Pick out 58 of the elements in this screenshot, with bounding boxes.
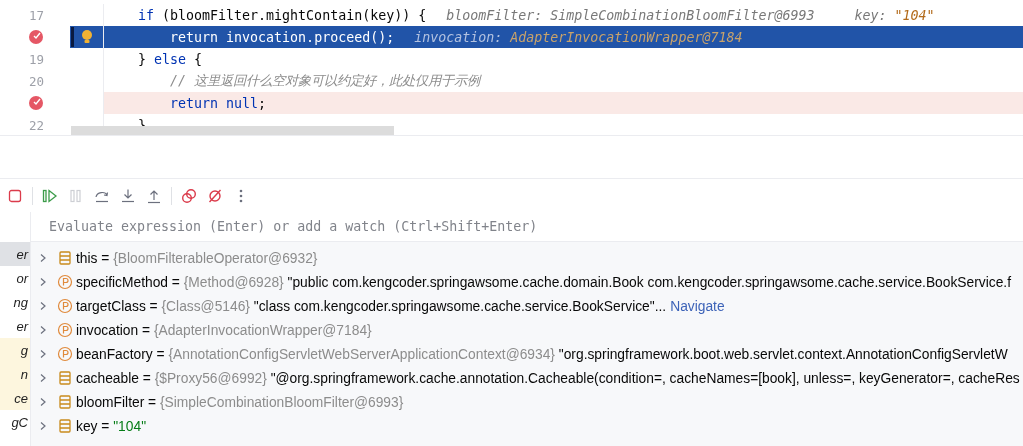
evaluate-expression-field[interactable]: Evaluate expression (Enter) or add a watch (Ctrl+Shift+Enter): [31, 212, 1023, 242]
variable-entry: beanFactory = {AnnotationConfigServletWebServerApplicationContext@6934} "org.springframework.boot.web.servlet.context.AnnotationConfigServletW: [76, 346, 1008, 362]
navigate-link[interactable]: Navigate: [670, 298, 725, 314]
stack-frame-item[interactable]: ng: [0, 290, 30, 314]
code-token: if: [138, 7, 154, 23]
lightbulb-icon[interactable]: [80, 29, 94, 45]
variable-entry: key = "104": [76, 418, 147, 434]
horizontal-scrollbar[interactable]: [71, 126, 394, 135]
variable-entry: invocation = {AdapterInvocationWrapper@7184}: [76, 322, 372, 338]
inline-value-hint: key:: [854, 7, 888, 23]
field-icon: [57, 370, 73, 386]
line-number: 20: [28, 73, 44, 89]
stack-frame-item[interactable]: er: [0, 242, 30, 266]
expand-chevron-icon[interactable]: [38, 277, 48, 287]
inline-value-hint: invocation:: [414, 29, 504, 45]
variable-entry: bloomFilter = {SimpleCombinationBloomFilter@6993}: [76, 394, 404, 410]
variable-entry: specificMethod = {Method@6928} "public com.kengcoder.springawsome.cache.domain.Book com.kengcoder.springawsome.cache.service.BookService.f: [76, 274, 1011, 290]
code-token: else: [154, 51, 187, 67]
code-token: {: [193, 51, 203, 67]
expand-chevron-icon[interactable]: [38, 325, 48, 335]
inline-value-hint: "104": [894, 7, 935, 23]
variable-entry: this = {BloomFilterableOperator@6932}: [76, 250, 318, 266]
expand-chevron-icon[interactable]: [38, 373, 48, 383]
expand-chevron-icon[interactable]: [38, 349, 48, 359]
stack-frame-item[interactable]: er: [0, 314, 30, 338]
field-icon: [57, 250, 73, 266]
expand-chevron-icon[interactable]: [38, 253, 48, 263]
inline-value-hint: AdapterInvocationWrapper@7184: [510, 29, 743, 45]
inline-value-hint: bloomFilter: SimpleCombinationBloomFilter@6993: [446, 7, 815, 23]
code-token: ;: [258, 95, 267, 111]
variable-entry: targetClass = {Class@5146} "class com.kengcoder.springawsome.cache.service.BookService"...: [76, 298, 667, 314]
code-token: (bloomFilter.mightContain(key)) {: [161, 7, 427, 23]
line-number: 22: [28, 117, 44, 133]
expand-chevron-icon[interactable]: [38, 421, 48, 431]
expand-chevron-icon[interactable]: [38, 397, 48, 407]
variable-entry: cacheable = {$Proxy56@6992} "@org.springframework.cache.annotation.Cacheable(condition=, cacheNames=[book], unless=, keyGenerator=, cacheRes: [76, 370, 1020, 386]
code-token: invocation.proceed();: [225, 29, 395, 45]
stack-frame-item[interactable]: ce: [0, 386, 30, 410]
code-token: return: [169, 29, 219, 45]
stack-frame-item[interactable]: n: [0, 362, 30, 386]
line-number: 17: [28, 7, 44, 23]
breakpoint-icon[interactable]: [28, 95, 44, 111]
execution-marker: [71, 27, 74, 47]
code-comment: // 这里返回什么空对象可以约定好，此处仅用于示例: [169, 72, 481, 90]
parameter-icon: [57, 274, 73, 290]
parameter-icon: [57, 298, 73, 314]
stack-frame-item[interactable]: g: [0, 338, 30, 362]
parameter-icon: [57, 322, 73, 338]
code-token: }: [138, 51, 147, 67]
field-icon: [57, 418, 73, 434]
breakpoint-icon[interactable]: [28, 29, 44, 45]
parameter-icon: [57, 346, 73, 362]
field-icon: [57, 394, 73, 410]
code-token: return null: [169, 95, 259, 111]
stack-frame-item[interactable]: gC: [0, 410, 30, 434]
stack-frame-item[interactable]: or: [0, 266, 30, 290]
line-number: 19: [28, 51, 44, 67]
expand-chevron-icon[interactable]: [38, 301, 48, 311]
